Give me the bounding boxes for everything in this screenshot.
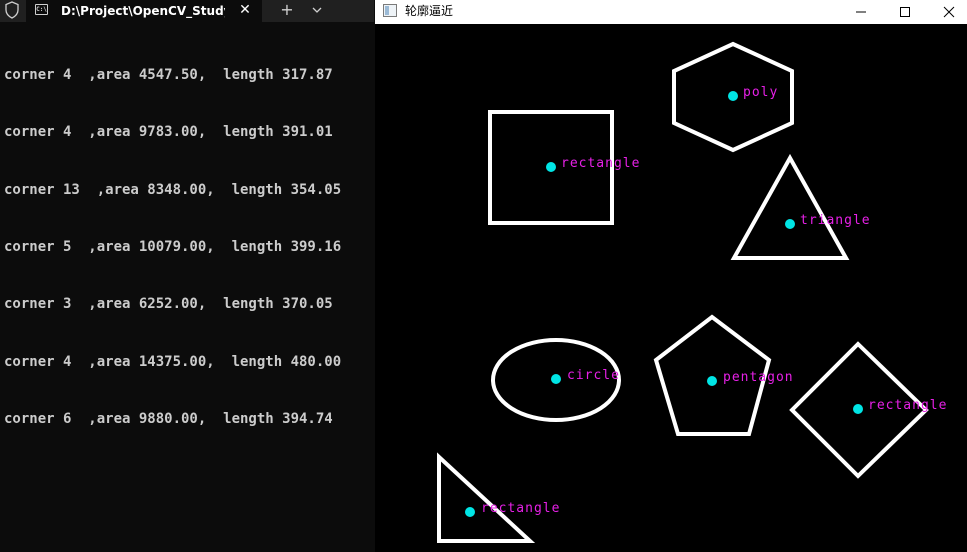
shape-label: circle bbox=[567, 368, 620, 383]
terminal-line: corner 4 ,area 9783.00, length 391.01 bbox=[4, 124, 333, 141]
terminal-line: corner 6 ,area 9880.00, length 394.74 bbox=[4, 410, 333, 427]
image-canvas: poly rectangle triangle circle pentagon bbox=[375, 24, 967, 552]
shape-pentagon: pentagon bbox=[653, 314, 794, 436]
app-icon bbox=[383, 4, 397, 17]
shape-right-triangle: rectangle bbox=[437, 452, 560, 543]
right-triangle-contour bbox=[437, 452, 536, 543]
centroid-dot bbox=[785, 219, 795, 229]
shape-ellipse: circle bbox=[491, 338, 621, 422]
shape-label: rectangle bbox=[868, 398, 947, 413]
new-tab-button[interactable]: + bbox=[276, 1, 298, 19]
maximize-icon bbox=[900, 7, 910, 17]
centroid-dot bbox=[551, 374, 561, 384]
shape-triangle: triangle bbox=[730, 153, 871, 260]
centroid-dot bbox=[707, 376, 717, 386]
terminal-tab-bar: C:\ D:\Project\OpenCV_Study\stuc ✕ + bbox=[0, 0, 374, 22]
terminal-line: corner 4 ,area 4547.50, length 317.87 bbox=[4, 67, 333, 84]
shape-label: triangle bbox=[800, 213, 871, 228]
terminal-line: corner 5 ,area 10079.00, length 399.16 bbox=[4, 239, 342, 256]
minimize-icon bbox=[856, 11, 866, 13]
maximize-button[interactable] bbox=[883, 0, 927, 24]
shape-label: rectangle bbox=[561, 156, 640, 171]
terminal-output: corner 4 ,area 4547.50, length 317.87 co… bbox=[4, 28, 372, 467]
triangle-contour bbox=[730, 153, 850, 260]
shape-diamond: rectangle bbox=[789, 341, 947, 479]
minimize-button[interactable] bbox=[839, 0, 883, 24]
centroid-dot bbox=[853, 404, 863, 414]
window-title: 轮廓逼近 bbox=[405, 4, 454, 18]
window-titlebar[interactable]: 轮廓逼近 bbox=[375, 0, 967, 24]
terminal-line: corner 13 ,area 8348.00, length 354.05 bbox=[4, 181, 342, 198]
terminal-tab-title: D:\Project\OpenCV_Study\stuc bbox=[61, 4, 225, 18]
centroid-dot bbox=[546, 162, 556, 172]
centroid-dot bbox=[465, 507, 475, 517]
terminal-line: corner 4 ,area 14375.00, length 480.00 bbox=[4, 353, 342, 370]
shape-label: poly bbox=[743, 85, 778, 100]
terminal-window: C:\ D:\Project\OpenCV_Study\stuc ✕ + cor… bbox=[0, 0, 374, 552]
console-icon: C:\ bbox=[35, 4, 48, 15]
terminal-line: corner 3 ,area 6252.00, length 370.05 bbox=[4, 296, 333, 313]
centroid-dot bbox=[728, 91, 738, 101]
opencv-window: 轮廓逼近 poly rectangle triangle circle pent… bbox=[375, 0, 967, 552]
shape-square: rectangle bbox=[488, 110, 640, 225]
shape-poly: poly bbox=[672, 41, 794, 153]
shield-icon[interactable] bbox=[4, 1, 20, 19]
terminal-tab[interactable]: C:\ D:\Project\OpenCV_Study\stuc ✕ bbox=[26, 0, 262, 22]
close-tab-icon[interactable]: ✕ bbox=[237, 1, 253, 19]
close-icon bbox=[943, 6, 955, 18]
chevron-down-icon[interactable] bbox=[306, 1, 328, 19]
close-button[interactable] bbox=[927, 0, 967, 24]
shape-label: pentagon bbox=[723, 370, 794, 385]
shape-label: rectangle bbox=[481, 501, 560, 516]
